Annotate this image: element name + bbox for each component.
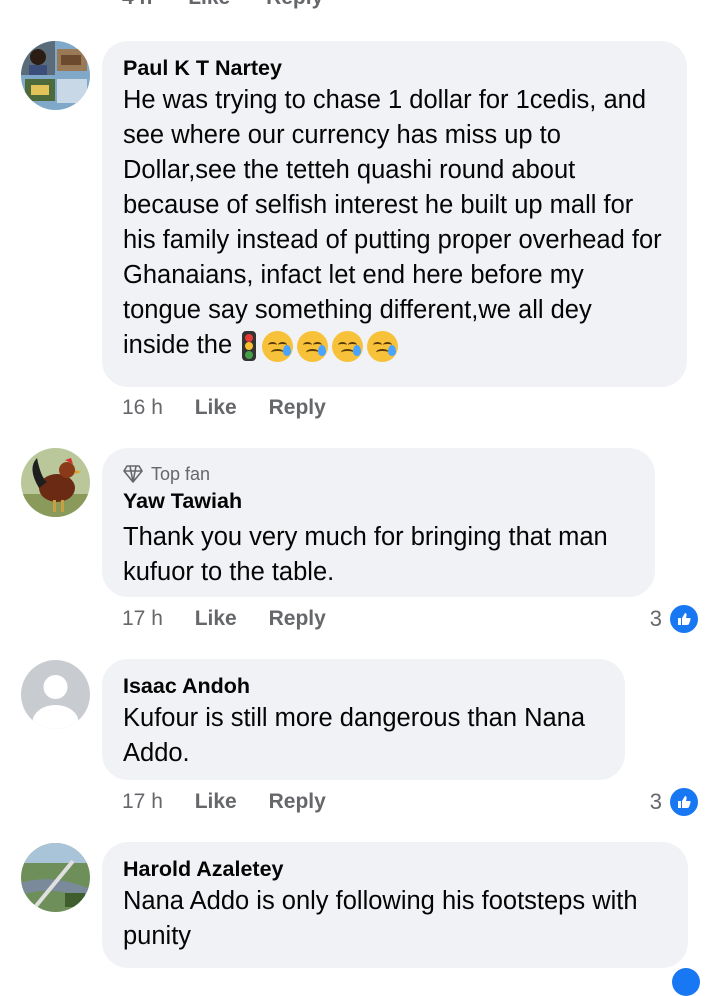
avatar-rooster-image (21, 448, 90, 517)
comment-actions: 17 h Like Reply (122, 607, 326, 631)
comment-body: He was trying to chase 1 dollar for 1ced… (123, 86, 662, 324)
comment-actions: 17 h Like Reply (122, 790, 326, 814)
badge-label: Top fan (151, 464, 211, 484)
crying-face-emoji (262, 330, 294, 362)
top-fan-badge: Top fan (123, 462, 635, 486)
reaction-count[interactable]: 3 (650, 603, 700, 635)
reply-link[interactable]: Reply (266, 0, 323, 9)
like-link[interactable]: Like (195, 607, 237, 630)
avatar-collage-image (21, 41, 90, 110)
comment-author[interactable]: Harold Azaletey (123, 854, 668, 884)
comment-text: He was trying to chase 1 dollar for 1ced… (123, 83, 667, 363)
like-link[interactable]: Like (195, 396, 237, 419)
reply-link[interactable]: Reply (269, 790, 326, 813)
avatar-aerial-image (21, 843, 90, 912)
reaction-number: 3 (649, 789, 662, 814)
thumbs-up-icon (668, 786, 700, 818)
reply-link[interactable]: Reply (269, 607, 326, 630)
comment-time[interactable]: 17 h (122, 790, 163, 813)
comment-bubble: Harold Azaletey Nana Addo is only follow… (102, 842, 688, 968)
crying-face-emoji (332, 330, 364, 362)
reply-link[interactable]: Reply (269, 396, 326, 419)
diamond-icon (123, 465, 143, 483)
comment-bubble: Isaac Andoh Kufour is still more dangero… (102, 659, 625, 780)
comment-bubble: Paul K T Nartey He was trying to chase 1… (102, 41, 687, 387)
comment-time: 4 h (122, 0, 152, 9)
comment-text: Kufour is still more dangerous than Nana… (123, 704, 586, 767)
reaction-number: 3 (649, 606, 662, 631)
avatar[interactable] (21, 448, 90, 517)
avatar[interactable] (21, 41, 90, 110)
reaction-count[interactable]: 3 (650, 786, 700, 818)
like-link[interactable]: Like (188, 0, 230, 9)
comment-author[interactable]: Isaac Andoh (123, 671, 605, 701)
comment-bubble: Top fan Yaw Tawiah Thank you very much f… (102, 448, 655, 597)
avatar[interactable] (21, 843, 90, 912)
comment-time[interactable]: 17 h (122, 607, 163, 630)
comment-text: Thank you very much for bringing that ma… (123, 523, 608, 586)
comment-author[interactable]: Yaw Tawiah (123, 486, 635, 516)
comment-body-end: inside the (123, 331, 233, 359)
traffic-light-emoji (242, 331, 257, 362)
default-avatar-image (21, 660, 90, 729)
thumbs-up-icon (668, 603, 700, 635)
comment-time[interactable]: 16 h (122, 396, 163, 419)
crying-emoji-row (262, 330, 399, 362)
avatar[interactable] (21, 660, 90, 729)
thumbs-up-icon (672, 968, 700, 996)
comment-text: Nana Addo is only following his footstep… (123, 887, 638, 950)
comment-author[interactable]: Paul K T Nartey (123, 53, 667, 83)
previous-comment-actions: 4 h Like Reply (122, 0, 353, 10)
crying-face-emoji (297, 330, 329, 362)
like-link[interactable]: Like (195, 790, 237, 813)
crying-face-emoji (367, 330, 399, 362)
comment-actions: 16 h Like Reply (122, 396, 326, 420)
